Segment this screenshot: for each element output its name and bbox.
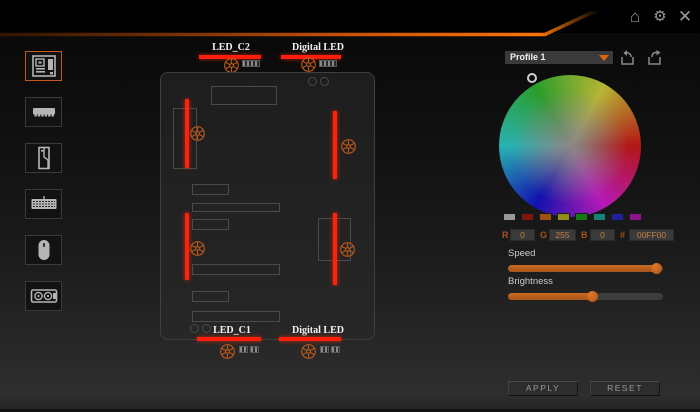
sidebar-item-memory[interactable]: [25, 97, 62, 127]
swatch-red[interactable]: [521, 213, 534, 221]
r-label: R: [502, 230, 509, 240]
r-value-field[interactable]: 0: [510, 229, 535, 241]
pc-case-icon: [31, 146, 57, 170]
slot-3: [192, 219, 229, 230]
hex-value-field[interactable]: 00FF00: [629, 229, 674, 241]
swatch-teal[interactable]: [593, 213, 606, 221]
swatch-gray[interactable]: [503, 213, 516, 221]
profile-dropdown-value: Profile 1: [510, 52, 546, 62]
sidebar-item-keyboard[interactable]: [25, 189, 62, 219]
mouse-icon: [31, 238, 57, 262]
speed-slider-knob[interactable]: [651, 263, 662, 274]
digital-led-top-header-icon[interactable]: [319, 60, 337, 67]
swatch-orange[interactable]: [539, 213, 552, 221]
b-label: B: [581, 230, 588, 240]
header-digital-led-top: Digital LED: [283, 42, 353, 53]
led-strip-right-top[interactable]: [333, 111, 337, 179]
profile-dropdown[interactable]: Profile 1: [505, 51, 613, 64]
gear-icon[interactable]: ⚙: [651, 8, 669, 26]
keyboard-icon: [30, 192, 58, 216]
motherboard-diagram[interactable]: [160, 72, 375, 340]
import-profile-icon[interactable]: [619, 49, 637, 67]
slot-2: [192, 203, 280, 212]
digital-led-bottom-fan-icon[interactable]: [300, 343, 317, 360]
chevron-down-icon: [599, 55, 609, 61]
digital-led-bottom-bar: [279, 337, 341, 341]
speed-slider[interactable]: [508, 265, 663, 272]
brightness-label: Brightness: [508, 276, 553, 287]
brightness-slider[interactable]: [508, 293, 663, 300]
slot-4: [192, 264, 280, 275]
g-value-field[interactable]: 255: [549, 229, 576, 241]
hex-label: #: [620, 230, 625, 240]
speed-slider-fill: [508, 265, 657, 272]
graphics-card-icon: [30, 284, 58, 308]
swatch-blue[interactable]: [611, 213, 624, 221]
memory-icon: [31, 100, 57, 124]
speed-label: Speed: [508, 248, 535, 259]
swatch-yellow[interactable]: [557, 213, 570, 221]
board-fan-icon-4[interactable]: [339, 241, 356, 258]
led-c2-header-icon[interactable]: [242, 60, 260, 67]
swatch-green[interactable]: [575, 213, 588, 221]
header-digital-led-bottom: Digital LED: [283, 325, 353, 336]
motherboard-icon: [31, 54, 57, 78]
led-strip-right-bottom[interactable]: [333, 213, 337, 285]
rgb-fusion-window: ⌂ ⚙ ✕: [0, 0, 700, 412]
slot-6: [192, 311, 280, 322]
led-c1-fan-icon[interactable]: [219, 343, 236, 360]
apply-button[interactable]: APPLY: [508, 381, 578, 396]
sidebar-item-graphics-card[interactable]: [25, 281, 62, 311]
led-c1-bar: [197, 337, 261, 341]
digital-led-bottom-header-icon[interactable]: [320, 346, 340, 353]
sidebar-item-mouse[interactable]: [25, 235, 62, 265]
b-value-field[interactable]: 0: [590, 229, 615, 241]
home-icon[interactable]: ⌂: [626, 8, 644, 26]
brightness-slider-fill: [508, 293, 593, 300]
sidebar-item-motherboard[interactable]: [25, 51, 62, 81]
export-profile-icon[interactable]: [646, 49, 664, 67]
window-controls: ⌂ ⚙ ✕: [626, 8, 694, 26]
sidebar-item-pc-case[interactable]: [25, 143, 62, 173]
reset-button[interactable]: RESET: [590, 381, 660, 396]
led-c1-header-icon[interactable]: [239, 346, 259, 353]
board-fan-icon-2[interactable]: [340, 138, 357, 155]
board-fan-icon-3[interactable]: [189, 240, 206, 257]
color-wheel[interactable]: [499, 75, 641, 217]
brightness-slider-knob[interactable]: [587, 291, 598, 302]
header-led-c2: LED_C2: [196, 42, 266, 53]
board-fan-icon-1[interactable]: [189, 125, 206, 142]
header-led-c1: LED_C1: [197, 325, 267, 336]
board-dots-top: [308, 77, 329, 86]
swatch-purple[interactable]: [629, 213, 642, 221]
slot-5: [192, 291, 229, 302]
cpu-socket: [211, 86, 277, 105]
device-sidebar: [25, 51, 62, 311]
g-label: G: [540, 230, 547, 240]
color-wheel-selector[interactable]: [527, 73, 537, 83]
digital-led-top-fan-icon[interactable]: [300, 56, 317, 73]
slot-1: [192, 184, 229, 195]
close-icon[interactable]: ✕: [676, 8, 694, 26]
color-swatches: [503, 213, 642, 221]
title-bar: [0, 0, 700, 33]
